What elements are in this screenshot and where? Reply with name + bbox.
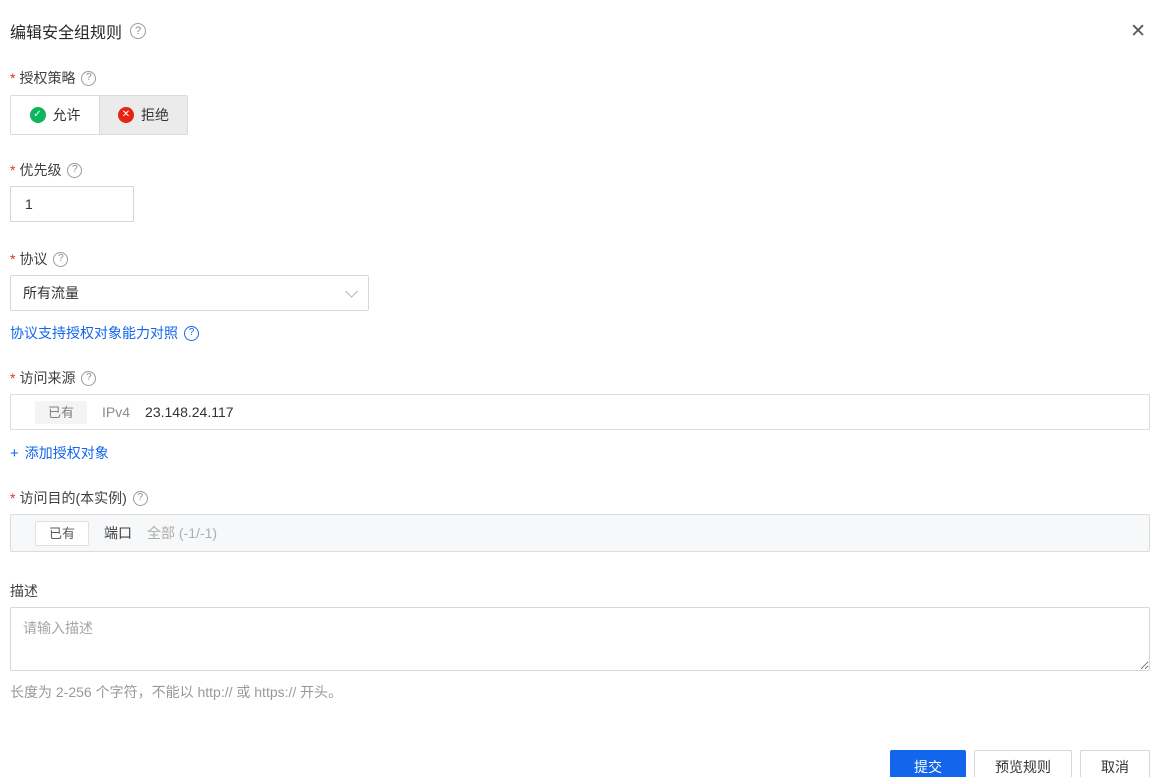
policy-label-row: * 授权策略 ? [10,68,1150,88]
preview-rules-button[interactable]: 预览规则 [974,750,1072,777]
submit-button[interactable]: 提交 [890,750,966,777]
description-section: 描述 长度为 2-256 个字符，不能以 http:// 或 https:// … [10,581,1150,702]
policy-option-allow-label: 允许 [52,107,81,123]
priority-section: * 优先级 ? [10,160,1150,222]
destination-object-row[interactable]: 已有 端口 全部 (-1/-1) [10,514,1150,552]
source-section: * 访问来源 ? 已有 IPv4 23.148.24.117 + 添加授权对象 [10,368,1150,463]
description-label: 描述 [10,583,38,599]
priority-label: 优先级 [19,162,62,178]
description-textarea[interactable] [10,607,1150,671]
policy-option-deny-label: 拒绝 [141,107,169,123]
required-mark: * [10,251,16,267]
policy-segmented-control: ✓ 允许 ✕ 拒绝 [10,95,188,135]
plus-icon: + [10,444,19,462]
page-title: 编辑安全组规则 [10,25,123,42]
source-label: 访问来源 [19,370,76,386]
source-object-row[interactable]: 已有 IPv4 23.148.24.117 [10,394,1150,430]
required-mark: * [10,70,16,86]
protocol-select[interactable]: 所有流量 [10,275,369,311]
destination-section: * 访问目的(本实例) ? 已有 端口 全部 (-1/-1) [10,488,1150,552]
protocol-label-row: * 协议 ? [10,249,1150,269]
cancel-button[interactable]: 取消 [1080,750,1150,777]
dialog-footer: 提交 预览规则 取消 [10,750,1150,777]
priority-input[interactable] [10,186,134,222]
source-existing-tag[interactable]: 已有 [35,400,88,424]
protocol-label: 协议 [19,251,48,267]
protocol-capability-link[interactable]: 协议支持授权对象能力对照 ? [10,323,199,343]
destination-existing-tag[interactable]: 已有 [35,520,90,546]
priority-label-row: * 优先级 ? [10,160,1150,180]
dialog-header: 编辑安全组规则 ? ✕ [10,18,1150,44]
destination-label-row: * 访问目的(本实例) ? [10,488,1150,508]
chevron-down-icon [345,284,358,298]
policy-option-allow[interactable]: ✓ 允许 [11,96,99,134]
policy-help-icon[interactable]: ? [81,70,97,86]
required-mark: * [10,162,16,178]
policy-section: * 授权策略 ? ✓ 允许 ✕ 拒绝 [10,68,1150,135]
protocol-section: * 协议 ? 所有流量 协议支持授权对象能力对照 ? [10,249,1150,343]
close-icon[interactable]: ✕ [1126,20,1150,43]
required-mark: * [10,490,16,506]
priority-help-icon[interactable]: ? [67,162,83,178]
dialog-title-group: 编辑安全组规则 ? [10,19,147,43]
destination-label: 访问目的(本实例) [19,490,127,506]
source-help-icon[interactable]: ? [81,370,97,386]
protocol-selected-value: 所有流量 [23,285,79,301]
policy-label: 授权策略 [19,70,76,86]
destination-help-icon[interactable]: ? [132,490,148,506]
check-circle-icon: ✓ [29,107,46,123]
source-address-value: 23.148.24.117 [145,404,234,420]
title-help-icon[interactable]: ? [130,23,147,39]
destination-port-value: 全部 (-1/-1) [147,525,218,541]
add-auth-object-label: 添加授权对象 [24,445,109,461]
policy-option-deny[interactable]: ✕ 拒绝 [99,96,187,134]
cross-circle-icon: ✕ [118,107,134,123]
protocol-capability-link-label: 协议支持授权对象能力对照 [10,325,178,341]
description-hint: 长度为 2-256 个字符，不能以 http:// 或 https:// 开头。 [10,684,343,700]
description-label-row: 描述 [10,581,1150,601]
protocol-capability-help-icon[interactable]: ? [184,325,199,341]
destination-port-label: 端口 [104,525,133,541]
add-auth-object-link[interactable]: + 添加授权对象 [10,443,109,463]
edit-security-group-rule-dialog: 编辑安全组规则 ? ✕ * 授权策略 ? ✓ 允许 ✕ 拒绝 * 优先级 ? 1… [0,0,1164,777]
source-label-row: * 访问来源 ? [10,368,1150,388]
required-mark: * [10,370,16,386]
protocol-help-icon[interactable]: ? [53,251,69,267]
source-address-type: IPv4 [102,404,131,420]
